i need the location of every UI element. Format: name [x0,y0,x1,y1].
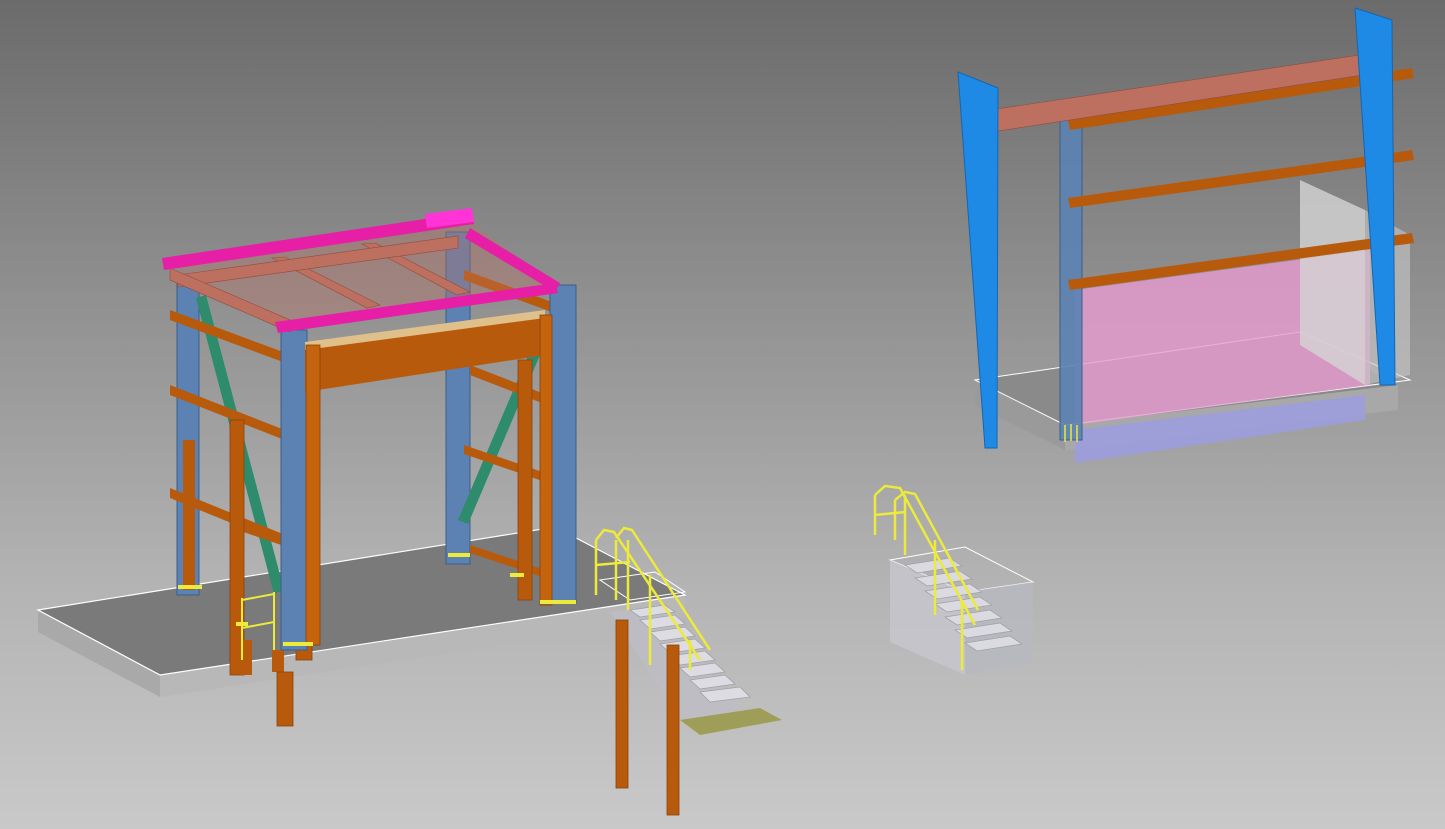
small-staircase[interactable] [873,484,1035,675]
steel-frame-structure[interactable] [36,208,687,727]
scene-canvas[interactable] [0,0,1445,829]
foundation-slab[interactable] [36,526,687,697]
portal-frame-with-girts[interactable] [957,7,1414,463]
model-viewport[interactable] [0,0,1445,829]
portal-rafter[interactable] [989,51,1383,133]
roof-framing[interactable] [162,208,560,333]
